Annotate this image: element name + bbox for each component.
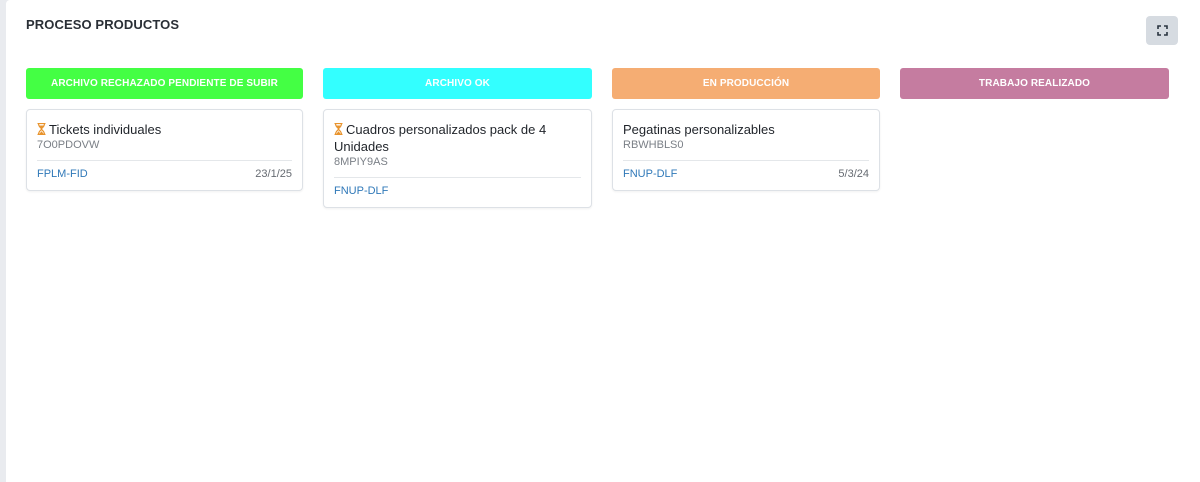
card-ref-link[interactable]: FNUP-DLF — [623, 167, 677, 181]
column-header[interactable]: ARCHIVO OK — [323, 68, 592, 99]
column-archivo-rechazado: ARCHIVO RECHAZADO PENDIENTE DE SUBIR Tic… — [26, 68, 303, 191]
column-en-produccion: EN PRODUCCIÓN Pegatinas personalizables … — [612, 68, 880, 191]
page-title: PROCESO PRODUCTOS — [26, 17, 180, 32]
expand-button[interactable] — [1146, 16, 1178, 45]
card-date: 23/1/25 — [255, 168, 292, 180]
card-footer: FNUP-DLF — [334, 177, 581, 198]
hourglass-icon — [334, 123, 343, 135]
product-card[interactable]: Pegatinas personalizables RBWHBLS0 FNUP-… — [612, 109, 880, 191]
column-archivo-ok: ARCHIVO OK Cuadros personalizados pack d… — [323, 68, 592, 208]
card-code: RBWHBLS0 — [623, 139, 684, 151]
card-date: 5/3/24 — [838, 168, 869, 180]
board-panel: PROCESO PRODUCTOS ARCHIVO RECHAZADO PEND… — [6, 0, 1200, 482]
product-card[interactable]: Cuadros personalizados pack de 4 Unidade… — [323, 109, 592, 208]
column-header[interactable]: EN PRODUCCIÓN — [612, 68, 880, 99]
card-ref-link[interactable]: FNUP-DLF — [334, 184, 388, 198]
column-header[interactable]: ARCHIVO RECHAZADO PENDIENTE DE SUBIR — [26, 68, 303, 99]
card-title: Cuadros personalizados pack de 4 Unidade… — [334, 122, 547, 154]
product-card[interactable]: Tickets individuales 7O0PDOVW FPLM-FID 2… — [26, 109, 303, 191]
card-title: Tickets individuales — [49, 122, 162, 137]
hourglass-icon — [37, 123, 46, 135]
card-title-row: Cuadros personalizados pack de 4 Unidade… — [334, 121, 581, 155]
expand-icon — [1156, 25, 1168, 36]
card-code: 7O0PDOVW — [37, 139, 100, 151]
card-code: 8MPIY9AS — [334, 156, 388, 168]
card-footer: FNUP-DLF 5/3/24 — [623, 160, 869, 181]
card-title-row: Pegatinas personalizables — [623, 121, 869, 138]
card-ref-link[interactable]: FPLM-FID — [37, 167, 88, 181]
column-trabajo-realizado: TRABAJO REALIZADO — [900, 68, 1169, 99]
card-title-row: Tickets individuales — [37, 121, 292, 138]
card-footer: FPLM-FID 23/1/25 — [37, 160, 292, 181]
column-header[interactable]: TRABAJO REALIZADO — [900, 68, 1169, 99]
card-title: Pegatinas personalizables — [623, 122, 775, 137]
